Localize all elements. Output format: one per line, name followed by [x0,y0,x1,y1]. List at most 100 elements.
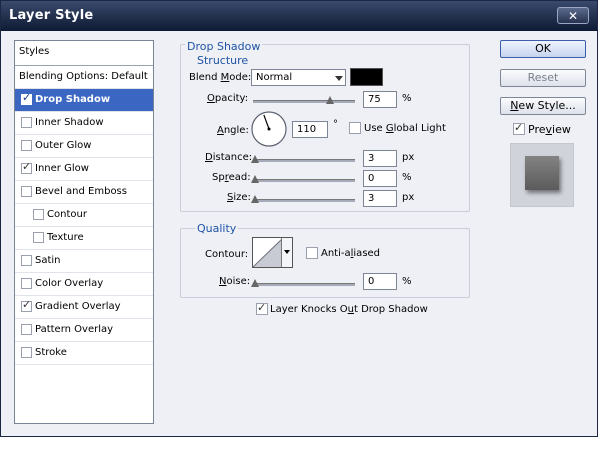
distance-slider-thumb[interactable] [251,155,259,163]
blend-mode-value: Normal [256,72,293,83]
style-item[interactable]: Outer Glow [15,135,153,158]
title-bar[interactable]: Layer Style ✕ [1,1,597,31]
use-global-light-checkbox[interactable] [349,122,361,134]
noise-label: Noise: [219,276,251,287]
angle-label: Angle: [217,125,249,136]
style-item-label: Contour [47,209,87,220]
close-icon: ✕ [567,9,579,23]
size-label: Size: [227,192,251,203]
ok-button[interactable]: OK [500,40,586,58]
window-title: Layer Style [9,8,94,23]
style-item-checkbox[interactable]: ✓ [21,298,32,312]
blending-options-item[interactable]: Blending Options: Default [15,66,153,89]
layer-style-dialog: Layer Style ✕ Styles Blending Options: D… [0,0,598,437]
contour-picker[interactable] [252,237,293,268]
layer-knocks-out-checkbox[interactable]: ✓ [256,301,268,315]
angle-dial[interactable] [250,110,288,148]
style-item[interactable]: ✓ Inner Glow [15,158,153,181]
quality-title: Quality [195,222,239,235]
close-button[interactable]: ✕ [557,7,589,24]
styles-list: Styles Blending Options: Default ✓ Drop S… [14,40,154,424]
noise-input[interactable]: 0 [363,273,397,290]
quality-group [180,228,470,298]
reset-button[interactable]: Reset [500,69,586,87]
style-item[interactable]: Contour [15,204,153,227]
style-item-checkbox[interactable] [21,255,32,266]
structure-title: Structure [195,54,251,67]
check-icon: ✓ [514,121,524,134]
preview-label: Preview [528,123,571,136]
style-item[interactable]: Bevel and Emboss [15,181,153,204]
style-item-checkbox[interactable] [21,140,32,151]
spread-slider-track[interactable] [255,179,355,182]
style-item-label: Color Overlay [35,278,104,289]
style-item[interactable]: ✓ Gradient Overlay [15,296,153,319]
style-item-label: Gradient Overlay [35,301,121,312]
distance-slider-track[interactable] [255,159,355,162]
style-item-checkbox[interactable] [21,186,32,197]
style-item-checkbox[interactable] [33,232,44,243]
opacity-input[interactable]: 75 [363,91,397,108]
style-item-checkbox[interactable] [21,324,32,335]
spread-unit: % [402,172,412,183]
noise-unit: % [402,276,412,287]
style-item-label: Drop Shadow [35,94,111,105]
style-item-checkbox[interactable] [33,209,44,220]
style-item-label: Satin [35,255,61,266]
anti-aliased-label: Anti-aliased [321,248,381,259]
noise-slider-track[interactable] [255,283,355,286]
style-item-checkbox[interactable] [21,278,32,289]
distance-unit: px [402,152,415,163]
size-slider-track[interactable] [255,199,355,202]
angle-unit: ° [333,119,338,130]
anti-aliased-checkbox[interactable] [306,247,318,259]
style-item[interactable]: Stroke [15,342,153,365]
shadow-color-swatch[interactable] [350,68,383,86]
style-item-checkbox[interactable] [21,347,32,358]
contour-dropdown-button[interactable] [281,238,292,267]
style-item-checkbox[interactable]: ✓ [21,160,32,174]
angle-input[interactable]: 110 [292,121,328,138]
styles-header[interactable]: Styles [15,41,153,66]
style-item-checkbox[interactable] [21,117,32,128]
chevron-down-icon [284,250,290,254]
style-item[interactable]: Inner Shadow [15,112,153,135]
size-slider-thumb[interactable] [251,195,259,203]
distance-input[interactable]: 3 [363,150,397,167]
spread-input[interactable]: 0 [363,170,397,187]
dialog-content: Styles Blending Options: Default ✓ Drop S… [1,31,597,436]
spread-slider-thumb[interactable] [251,175,259,183]
opacity-label: Opacity: [207,93,249,104]
style-item-label: Inner Shadow [35,117,104,128]
style-item-label: Outer Glow [35,140,92,151]
opacity-slider-track[interactable] [253,100,355,103]
opacity-unit: % [402,93,412,104]
distance-label: Distance: [205,152,253,163]
style-item-label: Bevel and Emboss [35,186,127,197]
style-item-label: Texture [47,232,84,243]
style-item-checkbox[interactable]: ✓ [21,91,32,105]
style-item[interactable]: ✓ Drop Shadow [15,89,153,112]
drop-shadow-title: Drop Shadow [185,40,263,53]
style-item[interactable]: Texture [15,227,153,250]
style-item-label: Pattern Overlay [35,324,114,335]
chevron-down-icon [335,76,343,81]
check-icon: ✓ [257,301,267,314]
blend-mode-label: Blend Mode: [189,72,252,83]
check-icon: ✓ [22,160,32,173]
blend-mode-select[interactable]: Normal [251,69,346,86]
contour-curve-icon [253,238,283,267]
contour-label: Contour: [205,249,249,260]
style-item[interactable]: Pattern Overlay [15,319,153,342]
style-preview [510,143,574,207]
style-item[interactable]: Satin [15,250,153,273]
opacity-slider-thumb[interactable] [325,96,334,104]
check-icon: ✓ [22,91,32,104]
preview-swatch [525,156,559,190]
noise-slider-thumb[interactable] [251,279,259,287]
spread-label: Spread: [212,172,251,183]
new-style-button[interactable]: New Style... [500,97,586,115]
preview-checkbox[interactable]: ✓ [513,121,525,135]
size-input[interactable]: 3 [363,190,397,207]
style-item[interactable]: Color Overlay [15,273,153,296]
